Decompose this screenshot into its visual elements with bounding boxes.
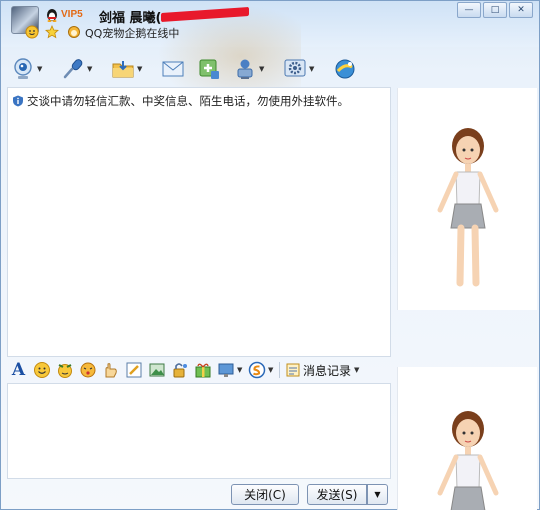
send-file-button[interactable] [109, 55, 137, 83]
remote-assist-dropdown[interactable]: ▼ [259, 65, 269, 73]
maximize-button[interactable]: □ [483, 2, 507, 18]
friend-avatar-figure [437, 128, 499, 287]
font-button[interactable]: A [7, 360, 30, 380]
globe-app-icon [335, 59, 355, 79]
security-notice: 交谈中请勿轻信汇款、中奖信息、陌生电话，勿使用外挂软件。 [12, 93, 349, 109]
video-call-button[interactable] [9, 55, 37, 83]
payment-button[interactable] [245, 360, 268, 380]
font-icon: A [11, 360, 26, 380]
main-toolbar: ▼ ▼ ▼ ▼ ▼ [9, 53, 359, 85]
screenshot-button[interactable] [145, 360, 168, 380]
folder-icon [112, 61, 134, 78]
emoticon-button[interactable] [30, 360, 53, 380]
window-controls: — □ ✕ [455, 2, 533, 18]
gift-button[interactable] [191, 360, 214, 380]
security-notice-text: 交谈中请勿轻信汇款、中奖信息、陌生电话，勿使用外挂软件。 [27, 94, 349, 108]
pet-penguin-icon [68, 26, 80, 38]
image-icon [149, 363, 164, 377]
shield-info-icon [13, 95, 23, 107]
add-contact-icon [199, 59, 219, 79]
send-sms-button[interactable] [159, 55, 187, 83]
envelope-icon [162, 61, 184, 77]
qq-apps-button[interactable] [331, 55, 359, 83]
pencil-board-icon [126, 362, 141, 378]
app-settings-dropdown[interactable]: ▼ [309, 65, 319, 73]
chat-window: VIP5 剑福 晨曦( QQ宠物企鹅在线中 — □ ✕ ▼ ▼ ▼ ▼ ▼ 交谈… [0, 0, 540, 510]
send-file-dropdown[interactable]: ▼ [137, 65, 147, 73]
vip-badge[interactable]: VIP5 [61, 9, 83, 20]
shake-face-icon [80, 362, 95, 378]
close-button[interactable]: 关闭(C) [231, 484, 299, 505]
qq-penguin-icon [47, 9, 57, 22]
monitor-icon [218, 363, 233, 377]
doodle-button[interactable] [99, 360, 122, 380]
screen-capture-dropdown[interactable]: ▼ [237, 366, 245, 374]
microphone-icon [63, 59, 83, 79]
friend-qq-show-panel[interactable] [397, 88, 537, 310]
history-icon [286, 363, 300, 377]
close-window-button[interactable]: ✕ [509, 2, 533, 18]
message-history-dropdown[interactable]: ▼ [354, 366, 362, 374]
smiley-icon [33, 362, 50, 378]
contact-name: 剑福 晨曦( [99, 11, 162, 26]
music-button[interactable] [168, 360, 191, 380]
webcam-icon [14, 58, 32, 79]
payment-dropdown[interactable]: ▼ [268, 366, 276, 374]
message-history-label: 消息记录 [303, 363, 352, 378]
status-text: QQ宠物企鹅在线中 [85, 27, 180, 40]
music-lock-icon [173, 363, 187, 378]
toolbar-divider [279, 362, 282, 378]
voice-call-dropdown[interactable]: ▼ [87, 65, 97, 73]
send-options-button[interactable]: ▼ [367, 484, 388, 505]
gear-icon [284, 59, 306, 77]
invite-group-button[interactable] [195, 55, 223, 83]
user-monitor-icon [237, 59, 253, 79]
magic-emoticon-button[interactable] [53, 360, 76, 380]
voice-call-button[interactable] [59, 55, 87, 83]
my-avatar-figure [437, 411, 499, 510]
my-qq-show-panel[interactable] [397, 367, 537, 510]
smile-status-icon [25, 25, 39, 39]
hand-gesture-icon [105, 363, 117, 378]
video-call-dropdown[interactable]: ▼ [37, 65, 47, 73]
scribble-button[interactable] [122, 360, 145, 380]
gift-icon [195, 363, 210, 378]
remote-assist-button[interactable] [231, 55, 259, 83]
chat-history-area[interactable]: 交谈中请勿轻信汇款、中奖信息、陌生电话，勿使用外挂软件。 [7, 87, 391, 357]
format-toolbar: A ▼ ▼ 消息记录 ▼ [7, 359, 391, 381]
message-input[interactable] [7, 383, 391, 479]
nudge-button[interactable] [76, 360, 99, 380]
minimize-button[interactable]: — [457, 2, 481, 18]
star-icon [45, 25, 59, 39]
title-bar: VIP5 剑福 晨曦( QQ宠物企鹅在线中 — □ ✕ [1, 1, 539, 93]
screen-capture-button[interactable] [214, 360, 237, 380]
app-settings-button[interactable] [281, 55, 309, 83]
send-button[interactable]: 发送(S) [307, 484, 367, 505]
magic-face-icon [57, 364, 72, 378]
message-history-button[interactable]: 消息记录 ▼ [286, 362, 362, 379]
tenpay-icon [248, 361, 265, 379]
